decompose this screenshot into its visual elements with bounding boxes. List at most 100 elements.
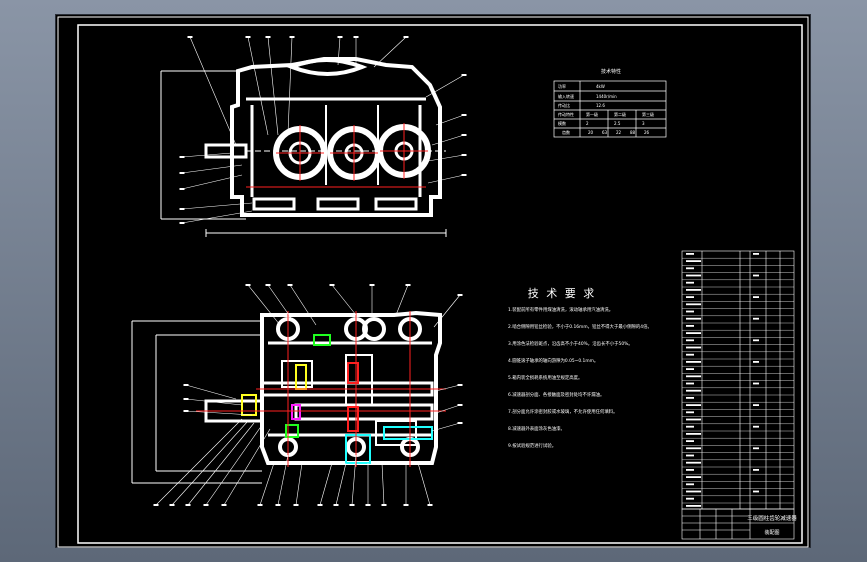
part-balloon <box>457 294 463 296</box>
part-balloon <box>185 504 191 506</box>
part-balloon <box>461 134 467 136</box>
parts-list-entry <box>686 505 701 507</box>
tech-requirements: 技 术 要 求 1.装配前所有零件用煤油清洗，滚动轴承用汽油清洗。 2.啮合侧隙用… <box>508 287 652 449</box>
spec-table-cell: 传动比 <box>558 102 570 108</box>
parts-list-entry <box>686 440 694 442</box>
spec-table-cell: 传动特性 <box>558 111 574 117</box>
parts-list-entry <box>686 476 701 478</box>
parts-list-entry <box>686 361 701 363</box>
part-balloon <box>245 36 251 38</box>
part-balloon <box>457 422 463 424</box>
requirement-line: 4.圆锥滚子轴承的轴向游隙为0.05~0.1mm。 <box>508 357 598 364</box>
part-balloon <box>169 504 175 506</box>
spec-table-cell: 4kW <box>596 84 605 89</box>
requirement-line: 9.按试验规范进行试验。 <box>508 442 556 449</box>
parts-list-entry <box>686 260 701 262</box>
parts-list-entry <box>686 447 701 450</box>
part-balloon <box>265 36 271 38</box>
spec-table-cell: 2 <box>586 121 589 126</box>
parts-list-entry <box>686 454 694 457</box>
part-balloon <box>265 284 271 286</box>
parts-list-entry <box>753 469 759 471</box>
requirement-line: 5.箱内装全损耗系统用油至规定高度。 <box>508 374 582 381</box>
part-balloon <box>179 208 185 210</box>
part-balloon <box>457 384 463 386</box>
spec-table-cell: 88 <box>630 130 636 135</box>
spec-table-cell: 20 <box>588 130 594 135</box>
spec-table: 技术特性 功率 4kW 输入转速 1440r/min 传动比 12.6 传动特性 第一级 第二级… <box>553 68 667 138</box>
parts-list-entry <box>686 490 701 493</box>
outer-frame <box>57 16 809 548</box>
requirement-line: 2.啮合侧隙用铅丝检验，不小于0.16mm，铅丝不得大于最小侧隙的4倍。 <box>508 323 652 330</box>
parts-list-entry <box>686 332 701 334</box>
title-block-drawing-no: 装配图 <box>764 529 779 536</box>
part-balloon <box>203 504 209 506</box>
parts-list-entry <box>686 303 701 306</box>
parts-list-entry <box>686 418 701 421</box>
parts-list-entry <box>753 339 759 342</box>
part-balloon <box>179 188 185 190</box>
parts-list-entry <box>686 310 694 313</box>
spec-table-cell: 12.6 <box>596 103 605 108</box>
part-balloon <box>403 504 409 506</box>
spec-table-cell: 3 <box>642 121 645 126</box>
part-balloon <box>457 404 463 406</box>
parts-list-entry <box>686 317 701 320</box>
part-balloon <box>333 504 339 506</box>
part-balloon <box>403 36 409 38</box>
part-balloon <box>179 222 185 224</box>
spec-table-cell: 第一级 <box>586 111 598 117</box>
parts-list-entry <box>753 404 759 406</box>
part-balloon <box>179 172 185 174</box>
part-balloon <box>293 504 299 506</box>
part-balloon <box>461 74 467 76</box>
leader-lines-front <box>181 36 465 224</box>
part-balloon <box>187 36 193 38</box>
parts-list-entry <box>686 461 701 464</box>
part-balloon <box>257 504 263 506</box>
tech-requirements-title: 技 术 要 求 <box>528 287 597 300</box>
parts-list-entry <box>686 353 694 356</box>
parts-list-entry <box>686 469 694 471</box>
part-balloon <box>287 284 293 286</box>
spec-table-cell: 第三级 <box>642 111 654 117</box>
requirement-line: 7.剖分面允许涂密封胶或水玻璃，不允许使用任何填料。 <box>508 408 618 415</box>
requirement-line: 8.减速器外表面涂灰色油漆。 <box>508 425 565 432</box>
parts-list-entry <box>686 375 701 378</box>
part-balloon <box>405 284 411 286</box>
spec-table-cell: 63 <box>602 130 608 135</box>
parts-list-entry <box>753 253 759 255</box>
parts-list-entry <box>753 274 759 277</box>
part-balloon <box>329 284 335 286</box>
part-balloon <box>461 154 467 156</box>
part-balloon <box>317 504 323 506</box>
part-balloon <box>183 410 189 412</box>
part-balloon <box>369 284 375 286</box>
part-balloon <box>183 384 189 386</box>
cad-viewport[interactable]: 技术特性 功率 4kW 输入转速 1440r/min 传动比 12.6 传动特性 第一级 第二级… <box>55 14 811 548</box>
top-view <box>131 310 442 484</box>
parts-list-entry <box>686 267 694 270</box>
parts-list-entry <box>686 425 694 428</box>
part-balloon <box>381 504 387 506</box>
parts-list-entry <box>686 497 694 500</box>
requirement-line: 3.用涂色法检验斑点，沿齿高不小于40%，沿齿长不小于50%。 <box>508 340 633 347</box>
parts-list-entry <box>686 281 694 284</box>
parts-list-entry <box>686 253 694 255</box>
part-balloon <box>221 504 227 506</box>
parts-list-entry <box>686 368 694 370</box>
spec-table-cell: 2.5 <box>614 121 621 126</box>
spec-table-cell: 1440r/min <box>596 94 617 99</box>
requirement-line: 1.装配前所有零件用煤油清洗，滚动轴承用汽油清洗。 <box>508 306 613 313</box>
parts-list-entry <box>686 404 701 406</box>
part-balloon <box>353 36 359 38</box>
part-balloon <box>337 36 343 38</box>
parts-list-entry <box>686 325 694 327</box>
parts-list-entry <box>686 483 694 486</box>
spec-table-cell: 第二级 <box>614 111 626 117</box>
parts-list-entry <box>753 361 759 363</box>
part-balloon <box>275 504 281 506</box>
parts-list <box>681 250 795 510</box>
parts-list-entry <box>753 296 759 298</box>
parts-list-entry <box>753 317 759 320</box>
